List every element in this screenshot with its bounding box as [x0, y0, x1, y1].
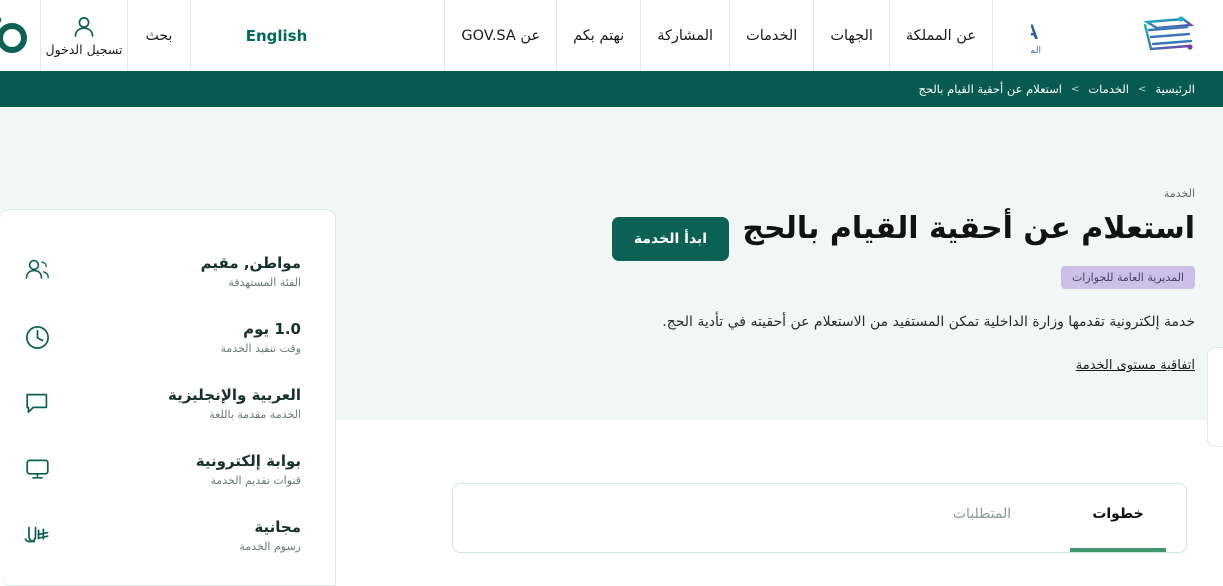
top-navigation-bar: GOV.SA المنصة الوطنية الموحدة عن المملكة…	[0, 0, 1223, 71]
users-icon	[22, 256, 52, 286]
service-summary: الخدمة استعلام عن أحقية القيام بالحج الم…	[620, 187, 1195, 373]
info-value-execution-time: 1.0 يوم	[243, 320, 301, 339]
info-row-execution-time: 1.0 يوم وقت تنفيذ الخدمة	[22, 304, 301, 370]
info-label-execution-time: وقت تنفيذ الخدمة	[220, 341, 301, 355]
svg-text:المنصة الوطنية الموحدة: المنصة الوطنية الموحدة	[1031, 46, 1041, 56]
info-value-target-audience: مواطن, مقيم	[200, 254, 301, 273]
info-label-fees: رسوم الخدمة	[239, 539, 301, 553]
info-value-fees: مجانية	[254, 518, 301, 537]
breadcrumb-home[interactable]: الرئيسية	[1155, 82, 1195, 96]
breadcrumb-services[interactable]: الخدمات	[1088, 82, 1129, 96]
svg-text:رؤ: رؤ	[0, 10, 2, 25]
info-text-execution-time: 1.0 يوم وقت تنفيذ الخدمة	[72, 319, 301, 354]
info-label-target-audience: الفئة المستهدفة	[228, 275, 301, 289]
info-label-channels: قنوات تقديم الخدمة	[210, 473, 301, 487]
info-value-channels: بوابة إلكترونية	[195, 452, 301, 471]
service-detail-tabs: خطوات المتطلبات	[453, 484, 1186, 552]
vision-logo-mark: رؤ المو ABIA	[0, 10, 27, 59]
nav-item-about-govsa[interactable]: عن GOV.SA	[444, 0, 556, 71]
service-info-card: مواطن, مقيم الفئة المستهدفة 1.0 يوم وقت …	[0, 209, 336, 586]
info-text-language: العربية والإنجليزية الخدمة مقدمة باللغة	[72, 385, 301, 420]
speech-bubble-icon	[22, 388, 52, 418]
breadcrumb-separator-1: >	[1137, 83, 1147, 95]
info-row-language: العربية والإنجليزية الخدمة مقدمة باللغة	[22, 370, 301, 436]
breadcrumb-bar: الرئيسية > الخدمات > استعلام عن أحقية ال…	[0, 71, 1223, 107]
info-text-target-audience: مواطن, مقيم الفئة المستهدفة	[72, 253, 301, 288]
clock-icon	[22, 322, 52, 352]
service-detail-tabs-card: خطوات المتطلبات	[452, 483, 1187, 553]
info-row-target-audience: مواطن, مقيم الفئة المستهدفة	[22, 238, 301, 304]
breadcrumb: الرئيسية > الخدمات > استعلام عن أحقية ال…	[918, 82, 1195, 96]
tab-requirements[interactable]: المتطلبات	[914, 484, 1050, 552]
nav-item-about-kingdom[interactable]: عن المملكة	[888, 0, 993, 71]
main-nav-items: عن المملكة الجهات الخدمات المشاركة نهتم …	[444, 0, 993, 71]
tabs-spacer	[453, 484, 914, 552]
service-kicker: الخدمة	[1163, 187, 1195, 200]
tab-steps[interactable]: خطوات	[1050, 484, 1186, 552]
service-provider-badge: المديرية العامة للجوازات	[1060, 265, 1195, 289]
info-value-language: العربية والإنجليزية	[167, 386, 301, 405]
info-row-fees: مجانية رسوم الخدمة	[22, 502, 301, 568]
nav-item-entities[interactable]: الجهات	[813, 0, 889, 71]
sla-agreement-link[interactable]: اتفاقية مستوى الخدمة	[1076, 358, 1195, 373]
search-button[interactable]: بحث	[127, 0, 190, 71]
nav-item-services[interactable]: الخدمات	[729, 0, 813, 71]
svg-text:GOV.SA: GOV.SA	[1031, 21, 1039, 44]
nav-item-participation[interactable]: المشاركة	[640, 0, 729, 71]
riyal-currency-icon	[22, 520, 52, 550]
info-row-channels: بوابة إلكترونية قنوات تقديم الخدمة	[22, 436, 301, 502]
side-feedback-tab[interactable]	[1207, 347, 1223, 447]
login-button[interactable]: تسجيل الدخول	[40, 0, 127, 71]
monitor-icon	[22, 454, 52, 484]
govsa-logo[interactable]: GOV.SA المنصة الوطنية الموحدة	[993, 0, 1223, 71]
breadcrumb-separator-2: >	[1070, 83, 1080, 95]
login-button-label: تسجيل الدخول	[45, 41, 123, 57]
info-text-channels: بوابة إلكترونية قنوات تقديم الخدمة	[72, 451, 301, 486]
breadcrumb-current: استعلام عن أحقية القيام بالحج	[918, 82, 1062, 96]
info-text-fees: مجانية رسوم الخدمة	[72, 517, 301, 552]
info-label-language: الخدمة مقدمة باللغة	[209, 407, 301, 421]
language-toggle-button[interactable]: English	[190, 0, 362, 71]
service-description: خدمة إلكترونية تقدمها وزارة الداخلية تمك…	[662, 313, 1195, 330]
page-root: GOV.SA المنصة الوطنية الموحدة عن المملكة…	[0, 0, 1223, 586]
nav-item-we-care[interactable]: نهتم بكم	[556, 0, 640, 71]
vision-2030-logo: رؤ المو ABIA	[0, 0, 40, 71]
start-service-button[interactable]: ابدأ الخدمة	[612, 217, 729, 261]
user-icon	[74, 16, 94, 37]
govsa-logo-mark: GOV.SA المنصة الوطنية الموحدة	[1031, 15, 1195, 56]
